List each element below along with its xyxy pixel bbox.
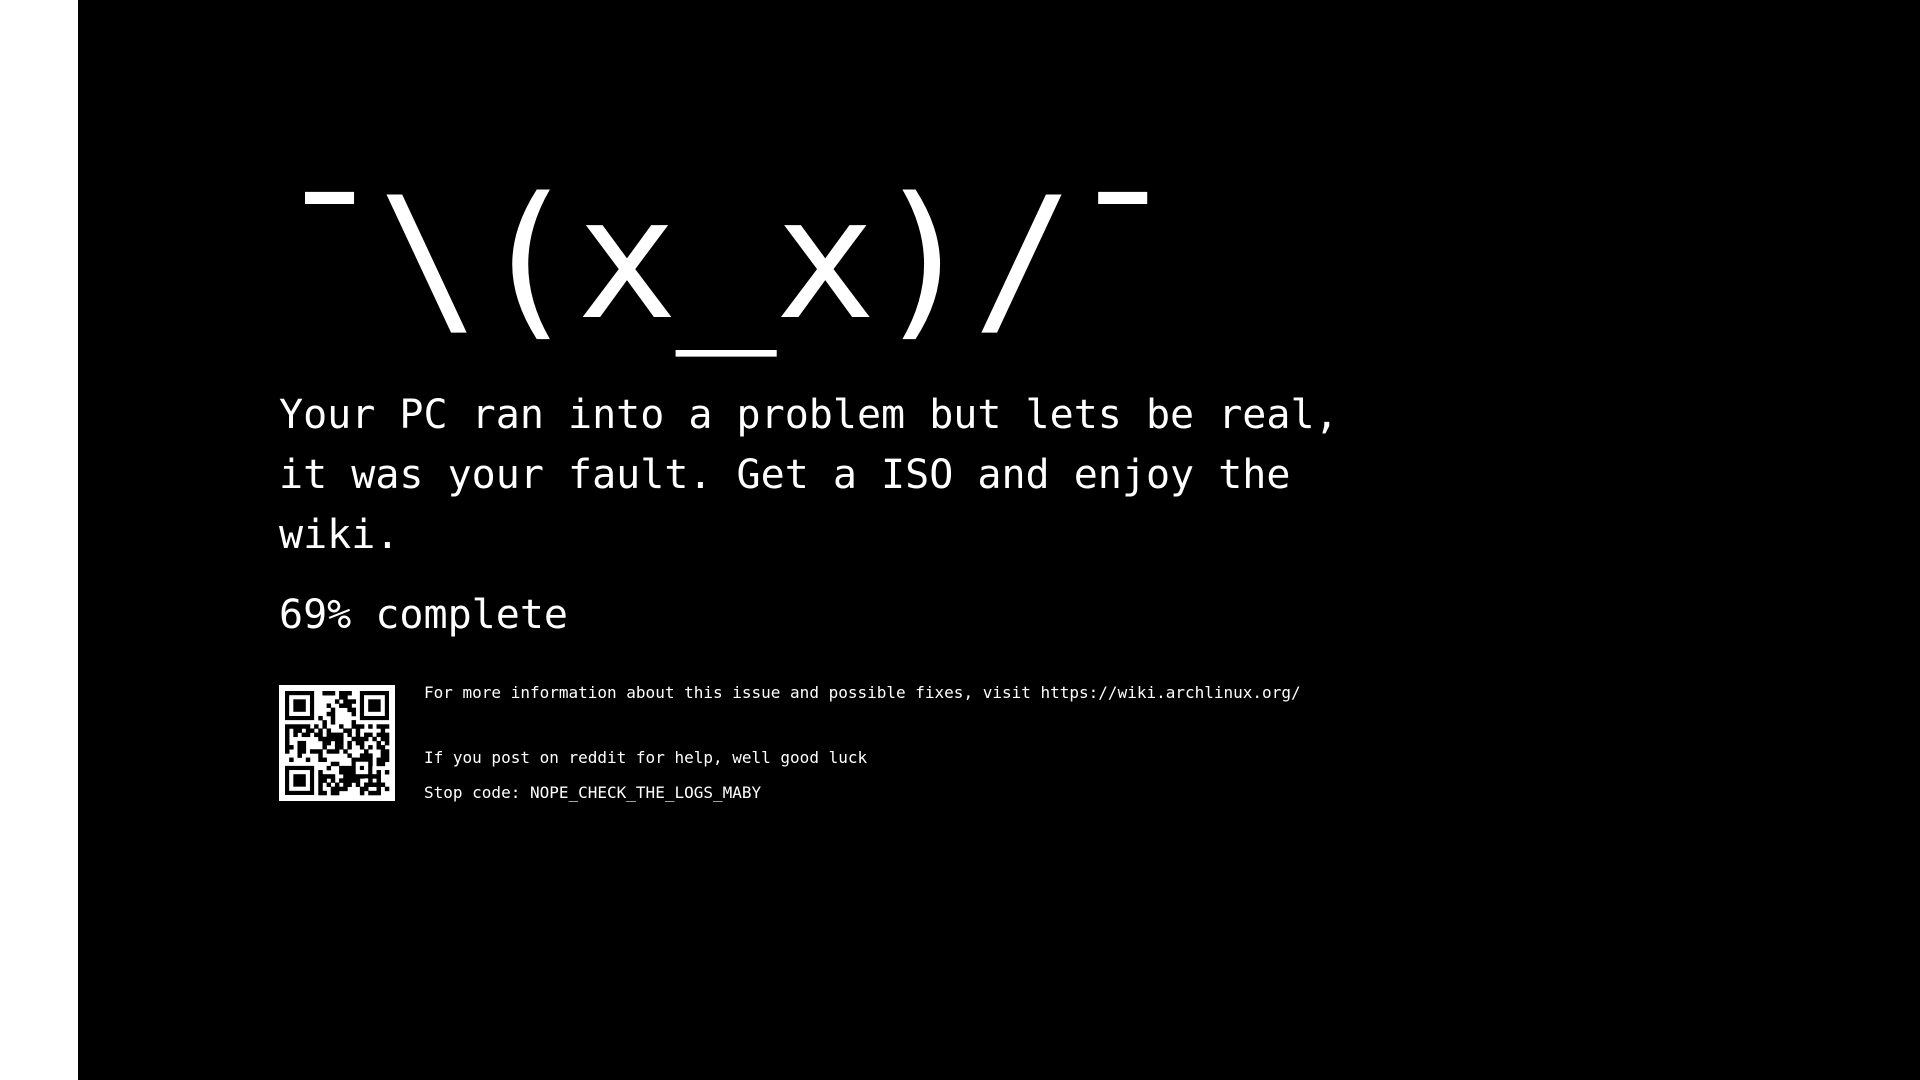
reddit-text: If you post on reddit for help, well goo…: [424, 748, 868, 767]
details-section: For more information about this issue an…: [279, 683, 1579, 803]
sad-face-emoticon: ¯\(x_x)/¯: [279, 161, 1173, 357]
qr-code-icon: [279, 685, 395, 801]
crash-screen: ¯\(x_x)/¯ Your PC ran into a problem but…: [78, 0, 1920, 1080]
progress-text: 69% complete: [279, 592, 568, 638]
stop-code-text: Stop code: NOPE_CHECK_THE_LOGS_MABY: [424, 783, 762, 802]
crash-content: ¯\(x_x)/¯ Your PC ran into a problem but…: [279, 175, 1579, 803]
left-margin-strip: [0, 0, 78, 1080]
error-message: Your PC ran into a problem but lets be r…: [279, 392, 1339, 558]
more-info-text: For more information about this issue an…: [424, 683, 1301, 702]
info-block: For more information about this issue an…: [424, 683, 1301, 803]
